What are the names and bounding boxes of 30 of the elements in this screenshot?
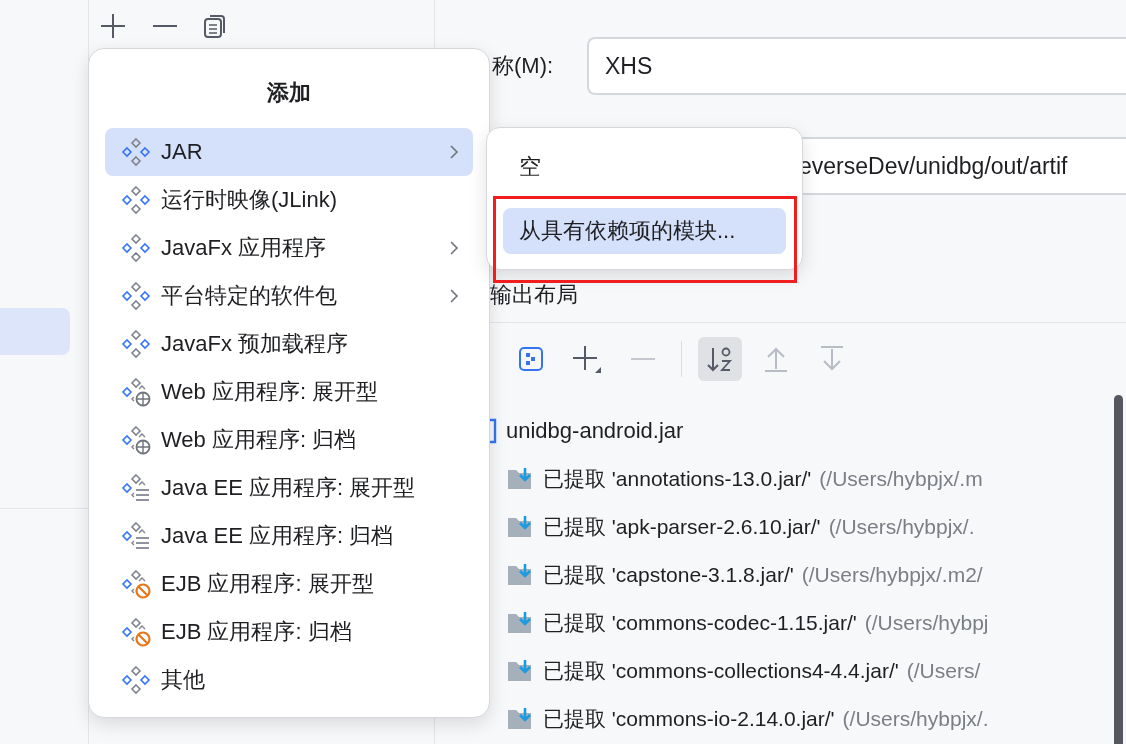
tree-item[interactable]: 已提取 'commons-io-2.14.0.jar/'	[543, 705, 835, 733]
tree-item[interactable]: unidbg-android.jar	[506, 418, 684, 444]
section-title: 输出布局	[490, 281, 579, 309]
menu-title: 添加	[266, 79, 312, 107]
name-field[interactable]: XHS	[587, 37, 1126, 95]
menu-item[interactable]: 其他	[105, 656, 473, 704]
menu-item[interactable]: 平台特定的软件包	[105, 272, 473, 320]
tree-item[interactable]: 已提取 'commons-collections4-4.4.jar/'	[543, 657, 899, 685]
menu-item[interactable]: JAR	[105, 128, 473, 176]
path-text: (/Users/	[906, 659, 981, 683]
menu-item[interactable]: 从具有依赖项的模块...	[503, 208, 786, 254]
tree-item[interactable]: 已提取 'commons-codec-1.15.jar/'	[543, 609, 857, 637]
tree-item[interactable]: 已提取 'annotations-13.0.jar/'	[543, 465, 812, 493]
menu-item[interactable]: Web 应用程序: 展开型	[105, 368, 473, 416]
menu-item[interactable]: 运行时映像(JLink)	[105, 176, 473, 224]
path-text: (/Users/hybpj	[864, 611, 989, 635]
menu-item[interactable]: Java EE 应用程序: 展开型	[105, 464, 473, 512]
name-label: 称(M):	[492, 52, 555, 80]
tree-item[interactable]: 已提取 'apk-parser-2.6.10.jar/'	[543, 513, 821, 541]
path-text: (/Users/hybpjx/.m2/	[801, 563, 983, 587]
tree-item[interactable]: 已提取 'capstone-3.1.8.jar/'	[543, 561, 794, 589]
path-text: (/Users/hybpjx/.	[842, 707, 989, 731]
menu-item[interactable]: JavaFx 应用程序	[105, 224, 473, 272]
path-text: (/Users/hybpjx/.	[828, 515, 975, 539]
menu-item[interactable]: JavaFx 预加载程序	[105, 320, 473, 368]
menu-item[interactable]: EJB 应用程序: 展开型	[105, 560, 473, 608]
menu-item[interactable]: EJB 应用程序: 归档	[105, 608, 473, 656]
menu-item[interactable]: Java EE 应用程序: 归档	[105, 512, 473, 560]
path-text: (/Users/hybpjx/.m	[819, 467, 983, 491]
menu-item[interactable]: Web 应用程序: 归档	[105, 416, 473, 464]
